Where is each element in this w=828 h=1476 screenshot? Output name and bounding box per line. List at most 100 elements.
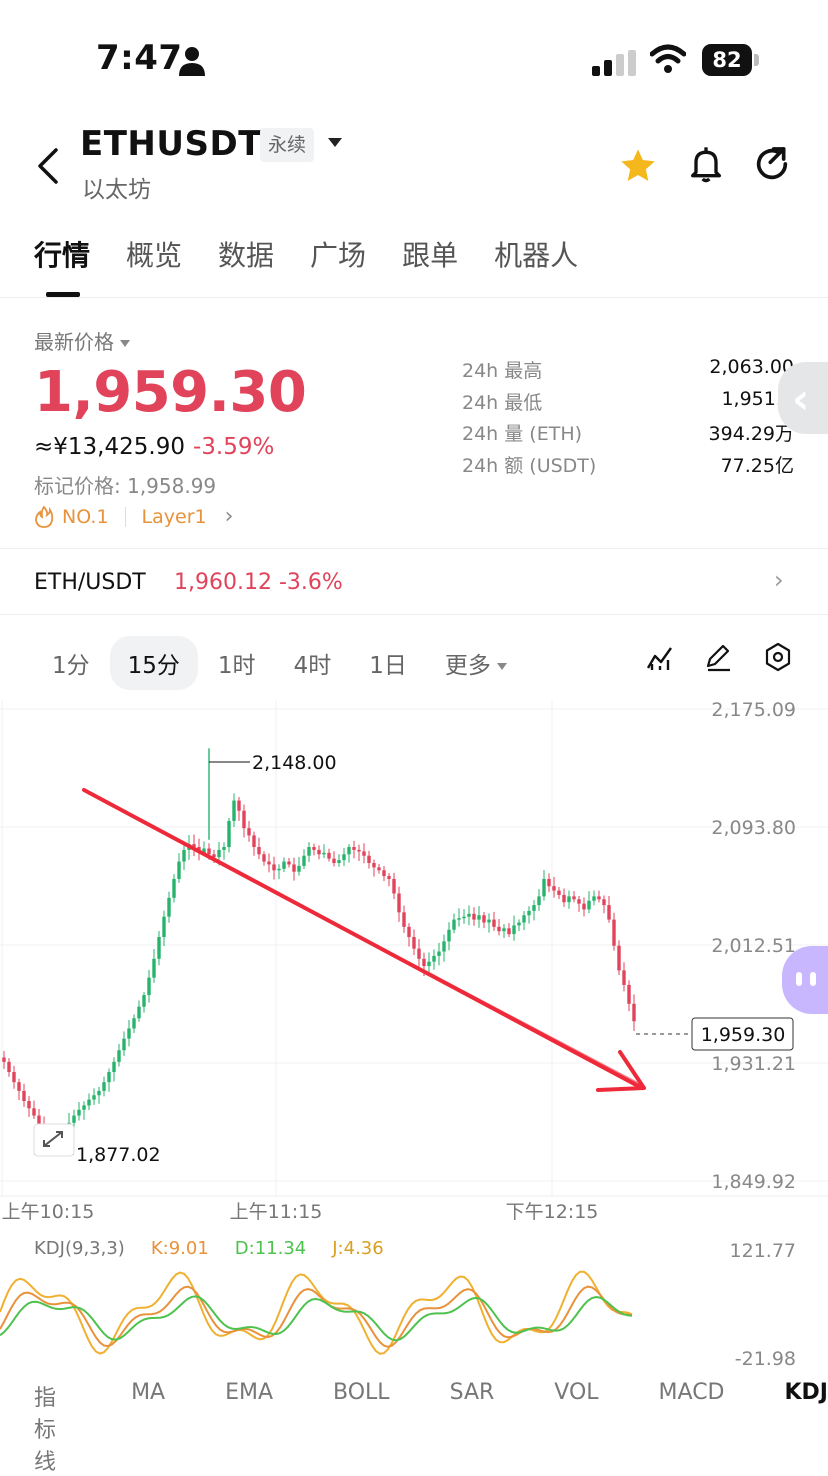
candle-body: [372, 863, 375, 867]
side-drawer-tab[interactable]: ‹: [778, 362, 828, 434]
candle-body: [292, 864, 295, 871]
cny-price-line: ≈¥13,425.90-3.59%: [34, 434, 274, 460]
interval-1h[interactable]: 1时: [200, 636, 274, 690]
candle-body: [177, 862, 180, 879]
candle-body: [452, 920, 455, 930]
kdj-d: D:11.34: [235, 1238, 306, 1259]
candle-body: [547, 879, 550, 886]
candle-body: [142, 995, 145, 1007]
settings-icon[interactable]: [764, 642, 792, 672]
candle-body: [562, 895, 565, 902]
candle-body: [287, 862, 290, 865]
tab-bots[interactable]: 机器人: [494, 234, 578, 274]
candle-body: [27, 1101, 30, 1108]
rank-tag: NO.1: [62, 506, 109, 528]
candle-body: [367, 856, 370, 863]
tab-copy-trading[interactable]: 跟单: [402, 234, 458, 274]
y-tick-label: 2,012.51: [711, 935, 796, 957]
candle-body: [582, 904, 585, 910]
candle-body: [427, 962, 430, 966]
tab-square[interactable]: 广场: [310, 234, 366, 274]
battery-level: 82: [702, 44, 752, 76]
candle-body: [327, 853, 330, 859]
indicator-tab[interactable]: EMA: [225, 1380, 273, 1476]
candle-body: [537, 896, 540, 905]
candle-body: [87, 1100, 90, 1106]
price-chart[interactable]: 2,175.092,093.802,012.511,931.211,849.92…: [0, 696, 828, 1396]
stat-row: 24h 量 (ETH)394.29万: [462, 419, 794, 451]
candle-body: [617, 946, 620, 971]
indicator-icon[interactable]: [646, 642, 674, 672]
candle-body: [117, 1050, 120, 1062]
candle-body: [252, 835, 255, 847]
chevron-right-icon[interactable]: ›: [774, 566, 784, 594]
tab-data[interactable]: 数据: [218, 234, 274, 274]
spot-pair[interactable]: ETH/USDT: [34, 570, 146, 595]
back-button[interactable]: [34, 148, 64, 184]
candle-body: [107, 1072, 110, 1082]
candle-body: [132, 1018, 135, 1028]
candle-body: [447, 930, 450, 942]
pair-title[interactable]: ETHUSDT: [80, 124, 262, 164]
change-percent: -3.59%: [193, 434, 274, 460]
candle-body: [472, 914, 475, 920]
divider: [0, 297, 828, 298]
candle-body: [627, 985, 630, 1004]
candle-body: [432, 956, 435, 962]
interval-1d[interactable]: 1日: [351, 636, 425, 690]
interval-4h[interactable]: 4时: [276, 636, 350, 690]
chevron-left-icon: ‹: [792, 374, 809, 423]
indicator-tab[interactable]: MA: [131, 1380, 165, 1476]
kdj-params: KDJ(9,3,3): [34, 1238, 125, 1259]
candle-body: [152, 959, 155, 978]
candle-body: [162, 917, 165, 937]
candle-body: [262, 854, 265, 861]
share-icon[interactable]: [752, 144, 792, 184]
trend-arrow-line: [88, 793, 640, 1084]
y-tick-label: 2,175.09: [711, 699, 796, 721]
candle-body: [462, 917, 465, 919]
tab-overview[interactable]: 概览: [126, 234, 182, 274]
candle-body: [632, 1004, 635, 1021]
candle-body: [612, 920, 615, 946]
candle-body: [552, 886, 555, 890]
candle-body: [272, 864, 275, 870]
candle-body: [522, 915, 525, 922]
sector-tag: Layer1: [142, 506, 207, 528]
tag-row[interactable]: NO.1 Layer1 ›: [34, 504, 233, 529]
candle-body: [227, 821, 230, 847]
kdj-y-max: 121.77: [730, 1240, 796, 1262]
spot-price-line: 1,960.12 -3.6%: [174, 570, 343, 595]
latest-price-label[interactable]: 最新价格: [34, 326, 130, 355]
favorite-star-icon[interactable]: [618, 146, 658, 186]
stats-panel: 24h 最高2,063.00 24h 最低1,951.3 24h 量 (ETH)…: [462, 356, 794, 482]
candle-body: [477, 915, 480, 919]
interval-more[interactable]: 更多: [427, 636, 525, 690]
candle-body: [387, 876, 390, 879]
indicator-tab[interactable]: 指标线: [34, 1380, 71, 1476]
interval-15m[interactable]: 15分: [110, 636, 198, 690]
candle-body: [557, 891, 560, 895]
indicator-tab[interactable]: SAR: [450, 1380, 495, 1476]
interval-1m[interactable]: 1分: [34, 636, 108, 690]
draw-pencil-icon[interactable]: [704, 642, 732, 672]
indicator-tab[interactable]: BOLL: [333, 1380, 390, 1476]
candle-body: [37, 1116, 40, 1125]
indicator-tab[interactable]: MACD: [659, 1380, 725, 1476]
pair-dropdown-icon[interactable]: [328, 138, 342, 147]
candle-body: [257, 847, 260, 854]
assistant-bubble[interactable]: [782, 946, 828, 1014]
divider: [0, 614, 828, 615]
candle-body: [397, 893, 400, 912]
person-icon: [178, 46, 206, 76]
candle-body: [517, 923, 520, 926]
candle-body: [247, 828, 250, 835]
candle-body: [17, 1082, 20, 1091]
candle-body: [347, 847, 350, 854]
bell-icon[interactable]: [686, 144, 726, 184]
tab-market[interactable]: 行情: [34, 234, 90, 274]
indicator-tab[interactable]: VOL: [554, 1380, 598, 1476]
current-price-label: 1,959.30: [701, 1024, 786, 1046]
indicator-tab[interactable]: KDJ: [785, 1380, 828, 1476]
candle-body: [102, 1082, 105, 1091]
